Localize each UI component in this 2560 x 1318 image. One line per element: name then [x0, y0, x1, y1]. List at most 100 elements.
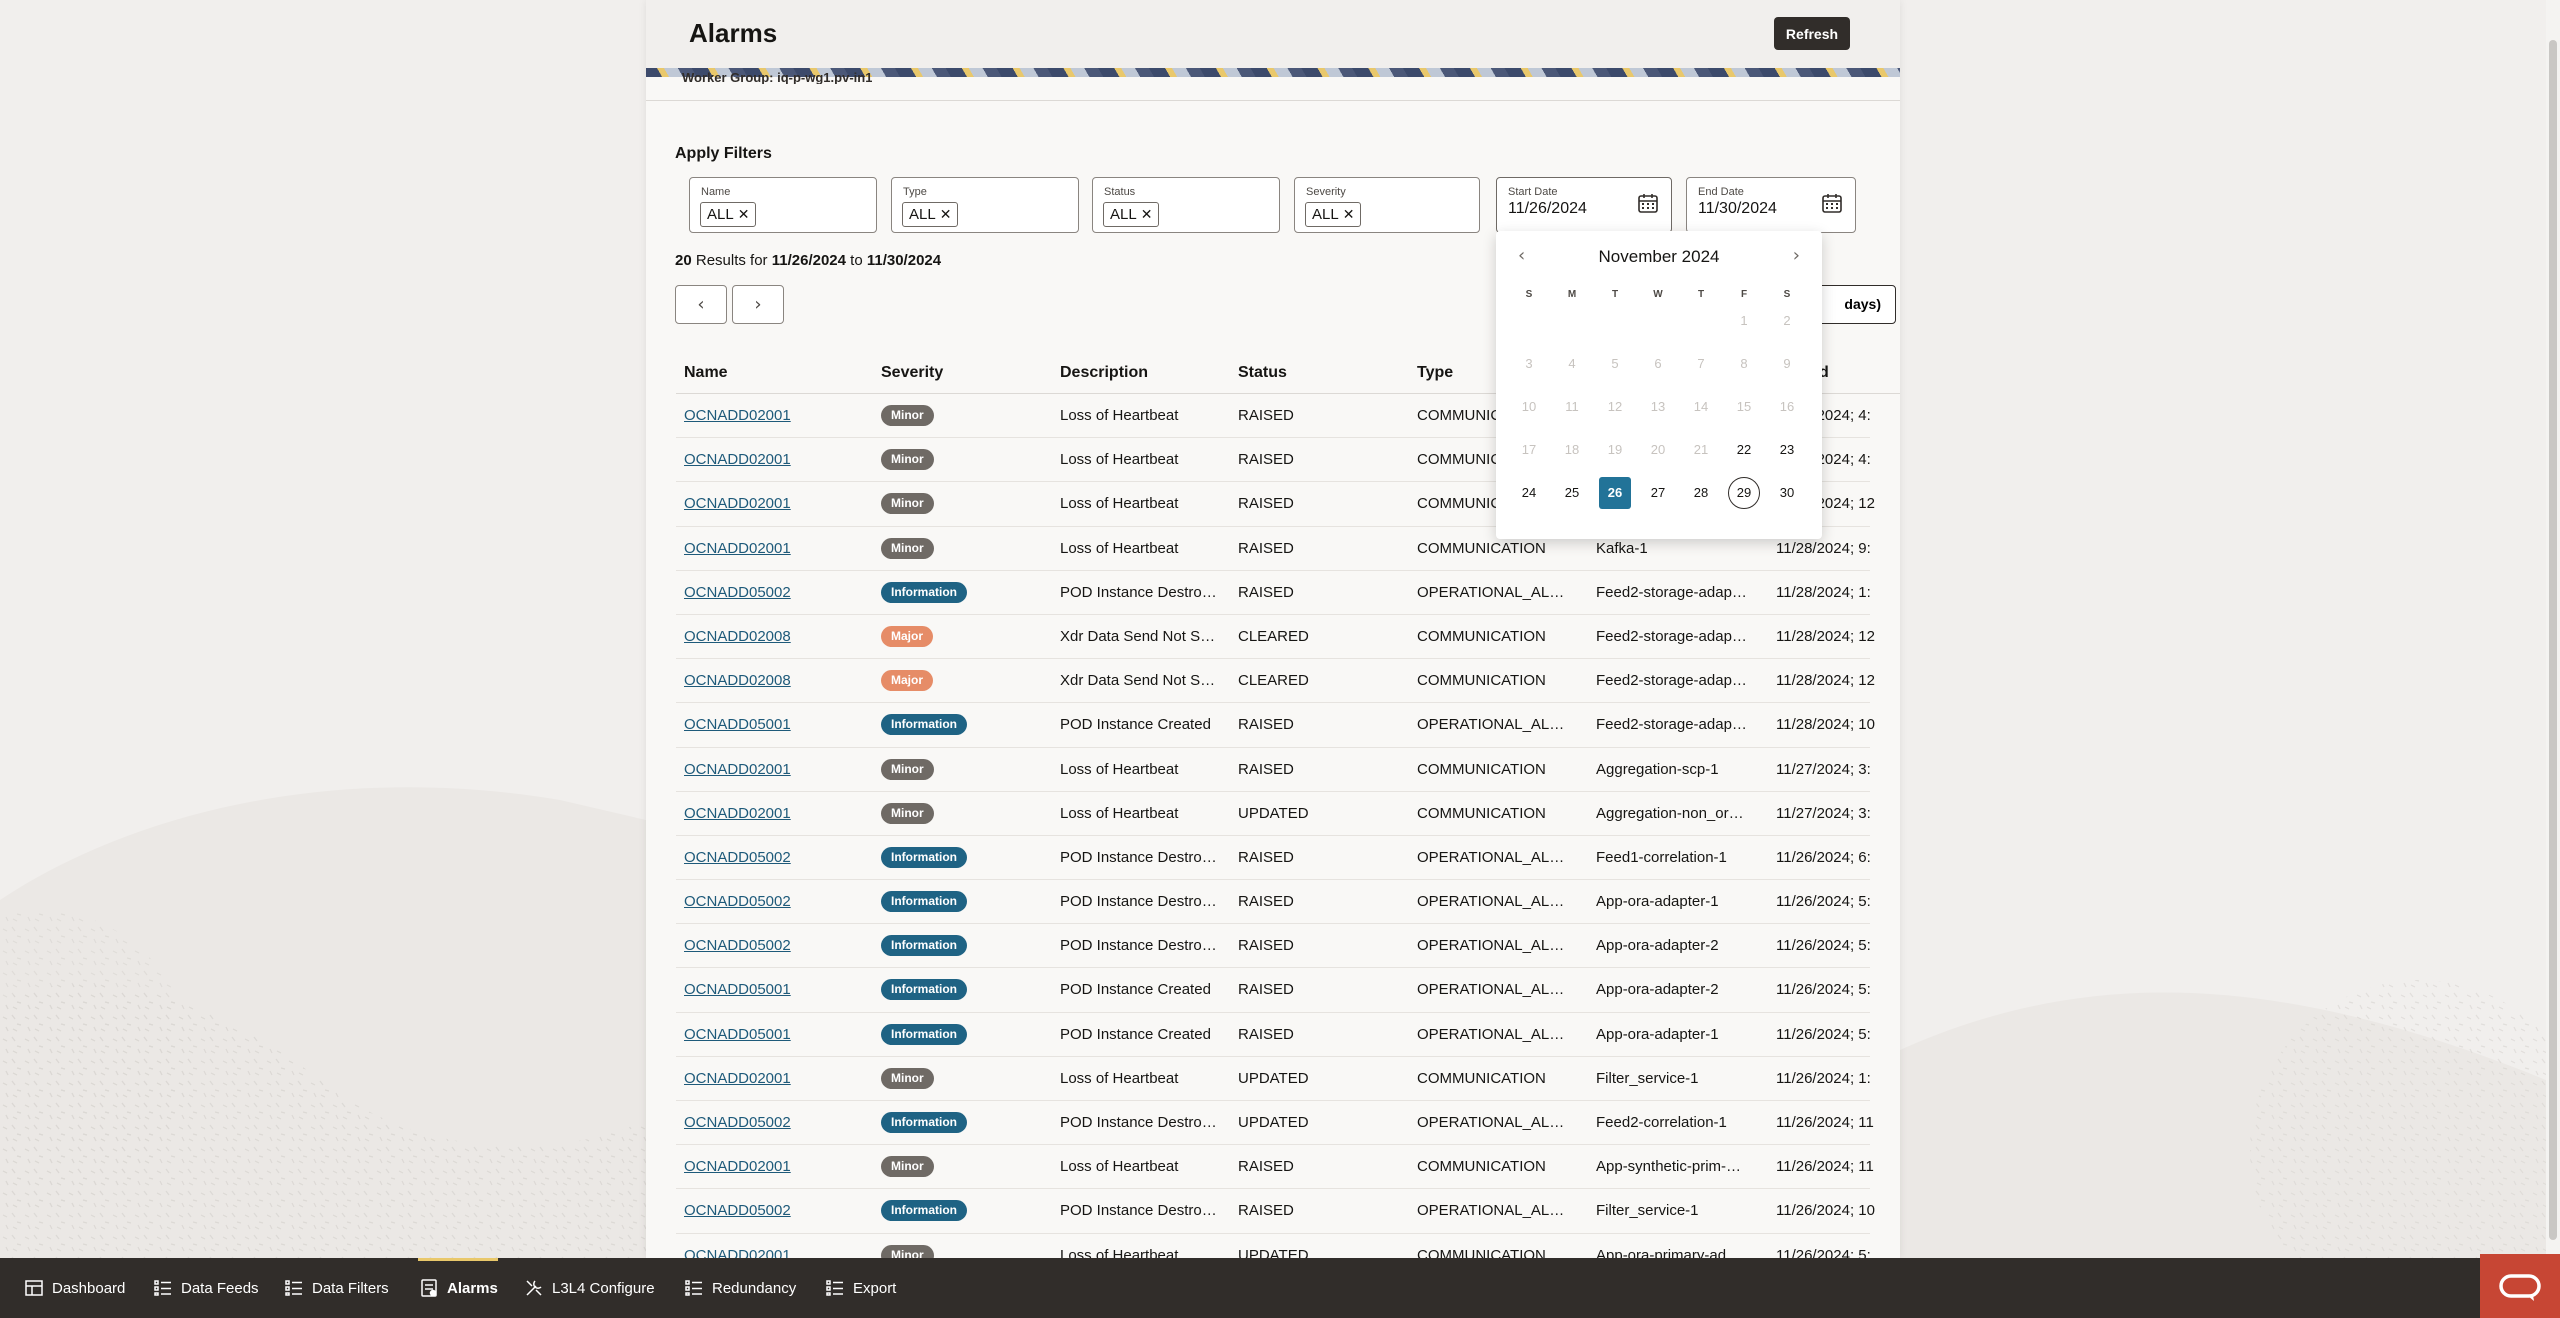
- calendar-day[interactable]: 27: [1642, 477, 1674, 509]
- status-cell: UPDATED: [1238, 804, 1309, 822]
- previous-page-button[interactable]: ‹: [675, 285, 727, 324]
- end-date-label: End Date: [1698, 186, 1744, 198]
- date-cell: 11/26/2024; 5:: [1776, 981, 1871, 999]
- calendar-day[interactable]: 28: [1685, 477, 1717, 509]
- alarm-name-link[interactable]: OCNADD02001: [684, 1247, 854, 1258]
- calendar-day: 5: [1611, 356, 1619, 371]
- type-cell: OPERATIONAL_ALA…: [1417, 848, 1567, 866]
- name-filter[interactable]: Name ALL ✕: [689, 177, 877, 233]
- status-cell: UPDATED: [1238, 1069, 1309, 1087]
- severity-filter-chip[interactable]: ALL ✕: [1305, 202, 1362, 227]
- service-cell: Feed1-correlation-1: [1596, 848, 1727, 866]
- table-row: OCNADD02001 Minor Loss of Heartbeat UPDATED…: [676, 1057, 1871, 1101]
- table-row: OCNADD02008 Major Xdr Data Send Not S… CLEA…: [676, 615, 1875, 660]
- type-cell: OPERATIONAL_ALA…: [1417, 981, 1567, 999]
- remove-chip-icon[interactable]: ✕: [1343, 206, 1355, 222]
- calendar-icon[interactable]: [1821, 192, 1843, 214]
- type-filter[interactable]: Type ALL ✕: [891, 177, 1079, 233]
- type-filter-chip[interactable]: ALL ✕: [902, 202, 959, 227]
- date-cell: 11/26/2024; 5:: [1776, 1246, 1871, 1258]
- description-cell: Loss of Heartbeat: [1060, 804, 1179, 822]
- page-scrollbar[interactable]: [2546, 0, 2560, 1258]
- column-header-name[interactable]: Name: [684, 364, 728, 382]
- results-summary: 20 Results for 11/26/2024 to 11/30/2024: [675, 252, 941, 269]
- nav-item-redundancy[interactable]: Redundancy: [684, 1258, 796, 1318]
- calendar-day: 10: [1521, 399, 1537, 414]
- alarm-name-link[interactable]: OCNADD05002: [684, 893, 854, 910]
- weekday-label: S: [1783, 289, 1791, 300]
- alarm-name-link[interactable]: OCNADD02001: [684, 761, 854, 778]
- oracle-chat-icon: [2499, 1274, 2541, 1301]
- alarm-name-link[interactable]: OCNADD02008: [684, 672, 854, 689]
- alarm-name-link[interactable]: OCNADD02001: [684, 1158, 854, 1175]
- calendar-day[interactable]: 25: [1556, 477, 1588, 509]
- scrollbar-thumb[interactable]: [2549, 40, 2557, 1240]
- description-cell: POD Instance Destro…: [1060, 937, 1217, 955]
- alarm-name-link[interactable]: OCNADD05002: [684, 937, 854, 954]
- column-header-status[interactable]: Status: [1238, 364, 1287, 382]
- results-from-date: 11/26/2024: [771, 252, 846, 269]
- alarm-name-link[interactable]: OCNADD05001: [684, 981, 854, 998]
- chevron-right-icon[interactable]: ›: [1793, 245, 1800, 266]
- alarm-name-link[interactable]: OCNADD02001: [684, 495, 854, 512]
- calendar-day[interactable]: 22: [1728, 434, 1760, 466]
- next-page-button[interactable]: ›: [732, 285, 784, 324]
- calendar-day[interactable]: 23: [1771, 434, 1803, 466]
- status-cell: RAISED: [1238, 1158, 1294, 1176]
- column-header-severity[interactable]: Severity: [881, 364, 943, 382]
- alarm-name-link[interactable]: OCNADD02001: [684, 540, 854, 557]
- nav-item-export[interactable]: Export: [825, 1258, 896, 1318]
- remove-chip-icon[interactable]: ✕: [738, 206, 750, 222]
- alarm-name-link[interactable]: OCNADD05002: [684, 1202, 854, 1219]
- alarm-name-link[interactable]: OCNADD02001: [684, 805, 854, 822]
- alarm-name-link[interactable]: OCNADD05001: [684, 1026, 854, 1043]
- service-cell: App-ora-adapter-1: [1596, 893, 1719, 911]
- alarm-name-link[interactable]: OCNADD05002: [684, 1114, 854, 1131]
- divider: [646, 100, 1900, 101]
- start-date-field[interactable]: Start Date 11/26/2024: [1496, 177, 1672, 233]
- service-cell: App-ora-adapter-2: [1596, 937, 1719, 955]
- date-cell: 11/28/2024; 9:: [1776, 539, 1871, 557]
- status-filter-chip[interactable]: ALL ✕: [1103, 202, 1160, 227]
- type-cell: COMMUNICATION: [1417, 804, 1546, 822]
- alarm-name-link[interactable]: OCNADD05002: [684, 849, 854, 866]
- nav-item-dashboard[interactable]: Dashboard: [24, 1258, 125, 1318]
- nav-item-l3l4-configure[interactable]: L3L4 Configure: [524, 1258, 655, 1318]
- alarm-name-link[interactable]: OCNADD05002: [684, 584, 854, 601]
- end-date-field[interactable]: End Date 11/30/2024: [1686, 177, 1856, 233]
- nav-item-alarms[interactable]: Alarms: [418, 1258, 498, 1318]
- refresh-button[interactable]: Refresh: [1774, 17, 1850, 50]
- calendar-day[interactable]: 30: [1771, 477, 1803, 509]
- calendar-day: 8: [1740, 356, 1748, 371]
- calendar-day-today[interactable]: 29: [1728, 477, 1760, 509]
- column-header-type[interactable]: Type: [1417, 364, 1453, 382]
- alarm-name-link[interactable]: OCNADD02001: [684, 1070, 854, 1087]
- severity-badge: Information: [881, 581, 967, 603]
- date-cell: 11/28/2024; 1:: [1776, 583, 1871, 601]
- severity-filter[interactable]: Severity ALL ✕: [1294, 177, 1480, 233]
- remove-chip-icon[interactable]: ✕: [940, 206, 952, 222]
- alarm-name-link[interactable]: OCNADD02001: [684, 451, 854, 468]
- date-cell: 11/28/2024; 10: [1776, 716, 1875, 734]
- column-header-description[interactable]: Description: [1060, 364, 1148, 382]
- severity-badge: Information: [881, 979, 967, 1001]
- status-filter[interactable]: Status ALL ✕: [1092, 177, 1280, 233]
- name-filter-chip[interactable]: ALL ✕: [700, 202, 757, 227]
- calendar-icon[interactable]: [1637, 192, 1659, 214]
- name-filter-label: Name: [701, 186, 731, 198]
- alarm-name-link[interactable]: OCNADD05001: [684, 716, 854, 733]
- alarm-name-link[interactable]: OCNADD02001: [684, 407, 854, 424]
- nav-item-data-filters[interactable]: Data Filters: [284, 1258, 389, 1318]
- calendar-day[interactable]: 24: [1513, 477, 1545, 509]
- calendar-month-title: November 2024: [1598, 247, 1720, 266]
- status-cell: RAISED: [1238, 848, 1294, 866]
- results-to-date: 11/30/2024: [866, 252, 942, 269]
- help-button[interactable]: [2480, 1254, 2560, 1318]
- remove-chip-icon[interactable]: ✕: [1141, 206, 1153, 222]
- alarms-panel: Alarms Refresh Worker Group: iq-p-wg1.pv…: [646, 0, 1900, 1258]
- nav-item-data-feeds[interactable]: Data Feeds: [153, 1258, 259, 1318]
- description-cell: POD Instance Destro…: [1060, 583, 1217, 601]
- alarm-name-link[interactable]: OCNADD02008: [684, 628, 854, 645]
- calendar-day-selected[interactable]: 26: [1599, 477, 1631, 509]
- type-cell: COMMUNICATION: [1417, 1246, 1546, 1258]
